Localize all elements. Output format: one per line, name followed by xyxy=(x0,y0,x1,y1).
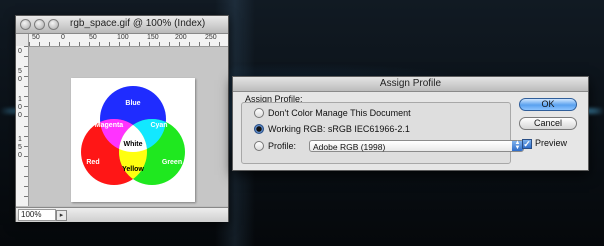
preview-checkbox[interactable]: ✓ xyxy=(522,139,532,149)
ruler-tick-label: 1 xyxy=(18,136,22,143)
ruler-tick-label: 0 xyxy=(18,104,22,111)
ruler-tick-label: 0 xyxy=(18,152,22,159)
rgb-venn-diagram: Blue Magenta Cyan White Red Green Yellow xyxy=(81,86,185,185)
ruler-tick-label: 200 xyxy=(175,34,187,41)
label-red: Red xyxy=(86,159,99,166)
ruler-tick-label: 50 xyxy=(89,34,97,41)
horizontal-ruler[interactable]: 50 0 50 100 150 200 250 xyxy=(29,34,228,47)
document-status-bar: 100% ▸ xyxy=(16,207,228,222)
ruler-tick-label: 0 xyxy=(61,34,65,41)
ruler-tick-label: 0 xyxy=(18,76,22,83)
label-yellow: Yellow xyxy=(122,166,144,173)
image-document-window: rgb_space.gif @ 100% (Index) 50 0 50 100… xyxy=(15,15,229,222)
ruler-tick-label: 0 xyxy=(18,112,22,119)
preview-label: Preview xyxy=(535,138,568,148)
profile-select-value: Adobe RGB (1998) xyxy=(313,142,386,152)
status-menu-icon[interactable]: ▸ xyxy=(56,210,67,221)
profile-select[interactable]: Adobe RGB (1998) ▲ ▼ xyxy=(309,140,524,152)
document-title: rgb_space.gif @ 100% (Index) xyxy=(70,18,206,29)
label-blue: Blue xyxy=(125,100,140,107)
canvas-area[interactable]: Blue Magenta Cyan White Red Green Yellow xyxy=(29,47,228,206)
ruler-tick-label: 1 xyxy=(18,96,22,103)
label-cyan: Cyan xyxy=(150,122,167,129)
image-canvas[interactable]: Blue Magenta Cyan White Red Green Yellow xyxy=(71,78,195,202)
ruler-tick-label: 50 xyxy=(32,34,40,41)
assign-profile-group: Don't Color Manage This Document Working… xyxy=(241,102,524,164)
document-titlebar: rgb_space.gif @ 100% (Index) xyxy=(16,16,228,34)
option-label: Don't Color Manage This Document xyxy=(268,108,411,118)
zoom-level-field[interactable]: 100% xyxy=(18,209,56,221)
ok-button[interactable]: OK xyxy=(519,98,577,111)
ruler-tick-label: 150 xyxy=(147,34,159,41)
option-label: Profile: xyxy=(268,141,297,151)
ruler-tick-label: 0 xyxy=(18,48,22,55)
ruler-tick-label: 5 xyxy=(18,144,22,151)
close-window-button[interactable] xyxy=(20,19,31,30)
ruler-tick-label: 100 xyxy=(117,34,129,41)
radio-button[interactable] xyxy=(254,141,264,151)
label-magenta: Magenta xyxy=(95,122,124,129)
label-white: White xyxy=(123,141,142,148)
label-green: Green xyxy=(162,159,182,166)
option-label: Working RGB: sRGB IEC61966-2.1 xyxy=(268,124,410,134)
dialog-title: Assign Profile xyxy=(233,77,588,92)
assign-profile-dialog: Assign Profile Assign Profile: Don't Col… xyxy=(232,76,589,171)
zoom-window-button[interactable] xyxy=(48,19,59,30)
radio-button[interactable] xyxy=(254,108,264,118)
minimize-window-button[interactable] xyxy=(34,19,45,30)
ruler-tick-label: 250 xyxy=(205,34,217,41)
radio-button-selected[interactable] xyxy=(254,124,264,134)
ruler-tick-label: 5 xyxy=(18,68,22,75)
cancel-button[interactable]: Cancel xyxy=(519,117,577,130)
vertical-ruler[interactable]: 0 5 0 1 0 0 1 5 0 xyxy=(16,46,29,206)
